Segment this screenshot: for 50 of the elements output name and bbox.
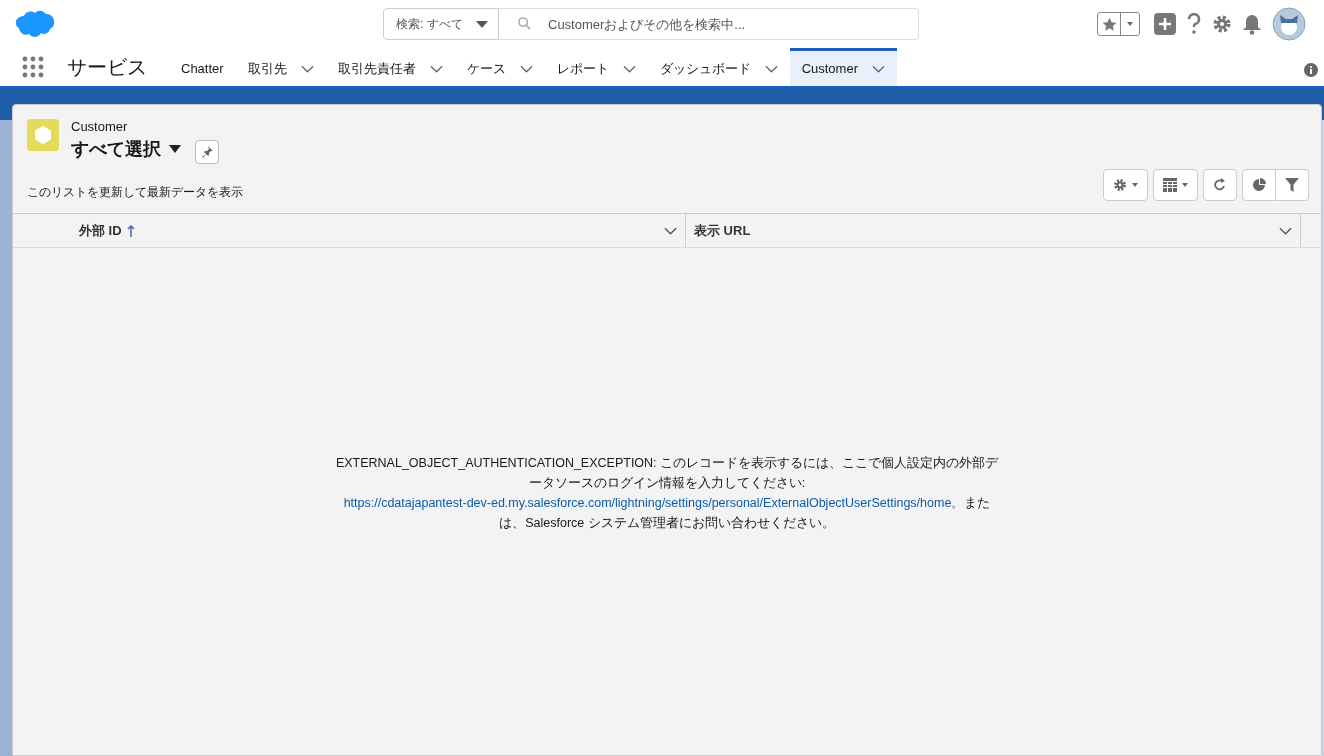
caret-icon[interactable] xyxy=(169,145,181,153)
help-icon[interactable] xyxy=(1186,13,1202,35)
refresh-icon xyxy=(1213,178,1227,192)
filter-icon xyxy=(1285,178,1299,192)
nav-tab[interactable]: ケース xyxy=(454,48,545,86)
nav-tab[interactable]: 取引先 xyxy=(235,48,326,86)
refresh-button[interactable] xyxy=(1203,169,1237,201)
chevron-down-icon[interactable] xyxy=(1279,226,1292,235)
column-header[interactable]: 表示 URL xyxy=(686,214,1301,247)
nav-tab[interactable]: レポート xyxy=(544,48,648,86)
settings-link[interactable]: https://cdatajapantest-dev-ed.my.salesforce.com/lightning/settings/personal/ExternalObjectUserSettings/home。 xyxy=(343,496,965,510)
settings-menu-button[interactable] xyxy=(1103,169,1148,201)
chevron-down-icon[interactable] xyxy=(664,226,677,235)
charts-button[interactable] xyxy=(1242,169,1276,201)
chevron-down-icon[interactable] xyxy=(622,64,636,73)
list-view-title: すべて選択 xyxy=(71,138,161,161)
info-icon[interactable] xyxy=(1304,63,1318,77)
error-message: EXTERNAL_OBJECT_AUTHENTICATION_EXCEPTION: このレコードを表示するには、ここで個人設定内の外部データソースのログイン情報を入力してください: https://cdatajapantest-dev-ed.my.salesforce.com/lightning/settings/personal/ExternalObjectUserSettings/home。または、Salesforce システム管理者にお問い合わせください。 xyxy=(334,455,1000,532)
add-icon[interactable] xyxy=(1154,13,1176,35)
gear-icon xyxy=(1113,178,1127,192)
notifications-icon[interactable] xyxy=(1242,13,1262,35)
filter-button[interactable] xyxy=(1276,169,1309,201)
object-icon xyxy=(27,119,59,151)
column-header[interactable]: 外部 ID xyxy=(65,214,686,247)
nav-tab[interactable]: ダッシュボード xyxy=(647,48,790,86)
chevron-down-icon[interactable] xyxy=(872,64,885,73)
chevron-down-icon[interactable] xyxy=(300,64,314,73)
chevron-down-icon[interactable] xyxy=(429,64,443,73)
cloud-logo[interactable] xyxy=(14,10,56,38)
table-icon xyxy=(1163,178,1177,192)
pin-icon xyxy=(201,146,213,158)
search-field[interactable]: Customerおよびその他を検索中... xyxy=(499,8,919,40)
object-label: Customer xyxy=(71,119,129,134)
avatar-icon[interactable] xyxy=(1272,7,1306,41)
favorites-button[interactable] xyxy=(1097,12,1140,36)
pin-button[interactable] xyxy=(195,140,219,164)
search-icon xyxy=(517,16,532,31)
nav-tab[interactable]: Customer xyxy=(789,48,897,86)
chevron-down-icon[interactable] xyxy=(764,64,778,73)
search-scope-dropdown[interactable]: 検索: すべて xyxy=(383,8,499,40)
pie-chart-icon xyxy=(1252,178,1266,192)
settings-icon[interactable] xyxy=(1212,14,1232,34)
nav-tab[interactable]: 取引先責任者 xyxy=(325,48,455,86)
display-as-button[interactable] xyxy=(1153,169,1198,201)
app-launcher-icon[interactable] xyxy=(22,56,44,78)
star-icon xyxy=(1101,16,1117,32)
chevron-down-icon[interactable] xyxy=(519,64,533,73)
nav-tab[interactable]: Chatter xyxy=(169,48,236,86)
list-status-text: このリストを更新して最新データを表示 xyxy=(27,184,243,201)
app-name: サービス xyxy=(67,54,147,80)
